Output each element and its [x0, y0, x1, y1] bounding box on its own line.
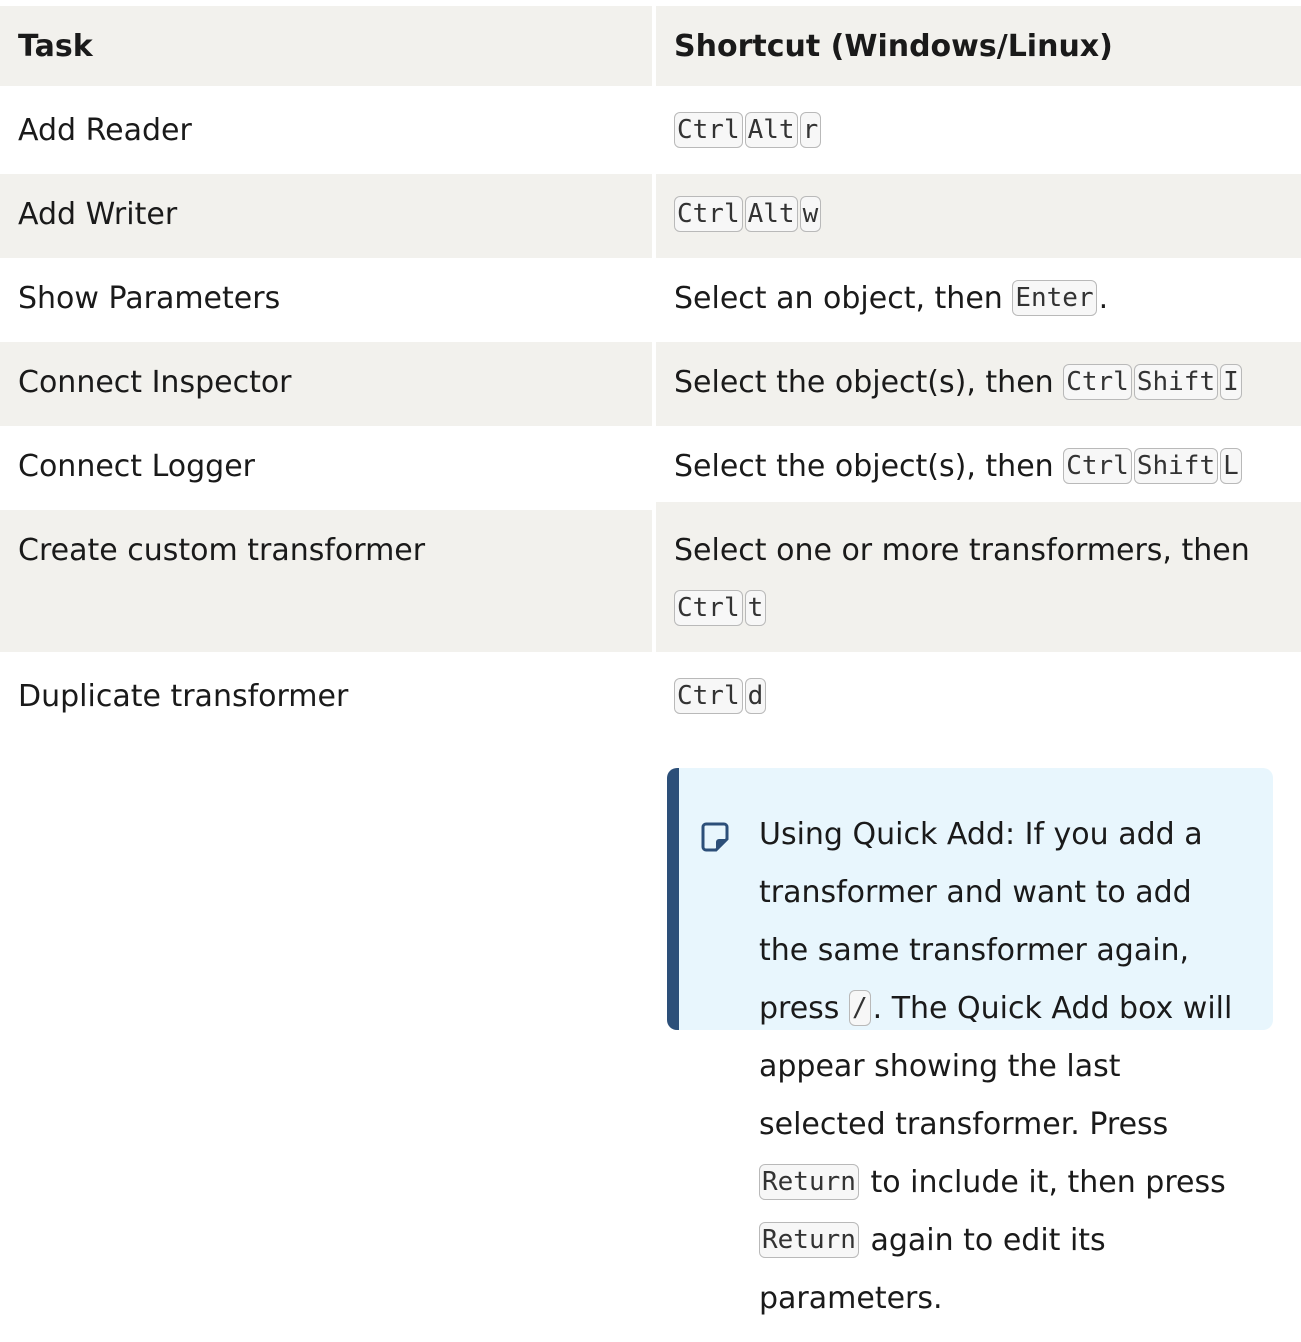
- key: Ctrl: [674, 590, 743, 626]
- key: r: [799, 112, 822, 148]
- shortcut-text: Select the object(s), then: [674, 449, 1054, 484]
- task-cell: Create custom transformer: [0, 510, 652, 652]
- note-text: to include it, then press: [870, 1165, 1226, 1200]
- shortcuts-table: Task Shortcut (Windows/Linux) Add Reader…: [0, 6, 1301, 1316]
- task-cell: Duplicate transformer: [0, 652, 652, 1032]
- key: Ctrl: [674, 678, 743, 714]
- shortcut-text: Select the object(s), then: [674, 365, 1054, 400]
- key: Ctrl: [1063, 364, 1132, 400]
- shortcut-cell: Ctrl Alt r: [652, 90, 1301, 174]
- table-row: Add Writer Ctrl Alt w: [0, 174, 1301, 258]
- shortcut-cell: Select the object(s), then Ctrl Shift L: [652, 426, 1301, 510]
- key: Ctrl: [674, 112, 743, 148]
- table-row: Create custom transformer Select one or …: [0, 502, 1301, 652]
- key: w: [799, 196, 822, 232]
- key: L: [1220, 448, 1242, 484]
- note-callout: Using Quick Add: If you add a transforme…: [667, 768, 1273, 1316]
- shortcut-cell: Select the object(s), then Ctrl Shift I: [652, 342, 1301, 426]
- task-cell: Add Reader: [0, 90, 652, 174]
- table-header: Task Shortcut (Windows/Linux): [0, 6, 1301, 90]
- shortcut-cell: Select one or more transformers, then Ct…: [652, 502, 1301, 652]
- task-cell: Connect Logger: [0, 426, 652, 510]
- task-cell: Add Writer: [0, 174, 652, 258]
- key: Alt: [744, 196, 798, 232]
- key: Shift: [1133, 364, 1219, 400]
- shortcut-cell: Ctrl Alt w: [652, 174, 1301, 258]
- key: I: [1220, 364, 1242, 400]
- key: Shift: [1133, 448, 1219, 484]
- task-cell: Connect Inspector: [0, 342, 652, 426]
- shortcut-cell: Select an object, then Enter.: [652, 258, 1301, 342]
- key: Enter: [1012, 280, 1097, 316]
- task-cell: Show Parameters: [0, 258, 652, 342]
- shortcut-text: Select an object, then: [674, 281, 1003, 316]
- key: Ctrl: [674, 196, 743, 232]
- table-row: Show Parameters Select an object, then E…: [0, 258, 1301, 342]
- header-task: Task: [0, 6, 652, 86]
- shortcut-text-end: .: [1098, 281, 1109, 316]
- key: Return: [759, 1222, 859, 1258]
- table-row: Connect Logger Select the object(s), the…: [0, 426, 1301, 510]
- key: /: [848, 990, 871, 1026]
- key: d: [744, 678, 767, 714]
- key: Alt: [744, 112, 798, 148]
- key: t: [744, 590, 767, 626]
- shortcut-text: Select one or more transformers, then: [674, 533, 1250, 568]
- table-row: Connect Inspector Select the object(s), …: [0, 342, 1301, 426]
- key: Return: [759, 1164, 859, 1200]
- note-icon: [699, 816, 731, 852]
- header-shortcut: Shortcut (Windows/Linux): [652, 6, 1301, 86]
- table-row: Add Reader Ctrl Alt r: [0, 90, 1301, 174]
- key: Ctrl: [1063, 448, 1132, 484]
